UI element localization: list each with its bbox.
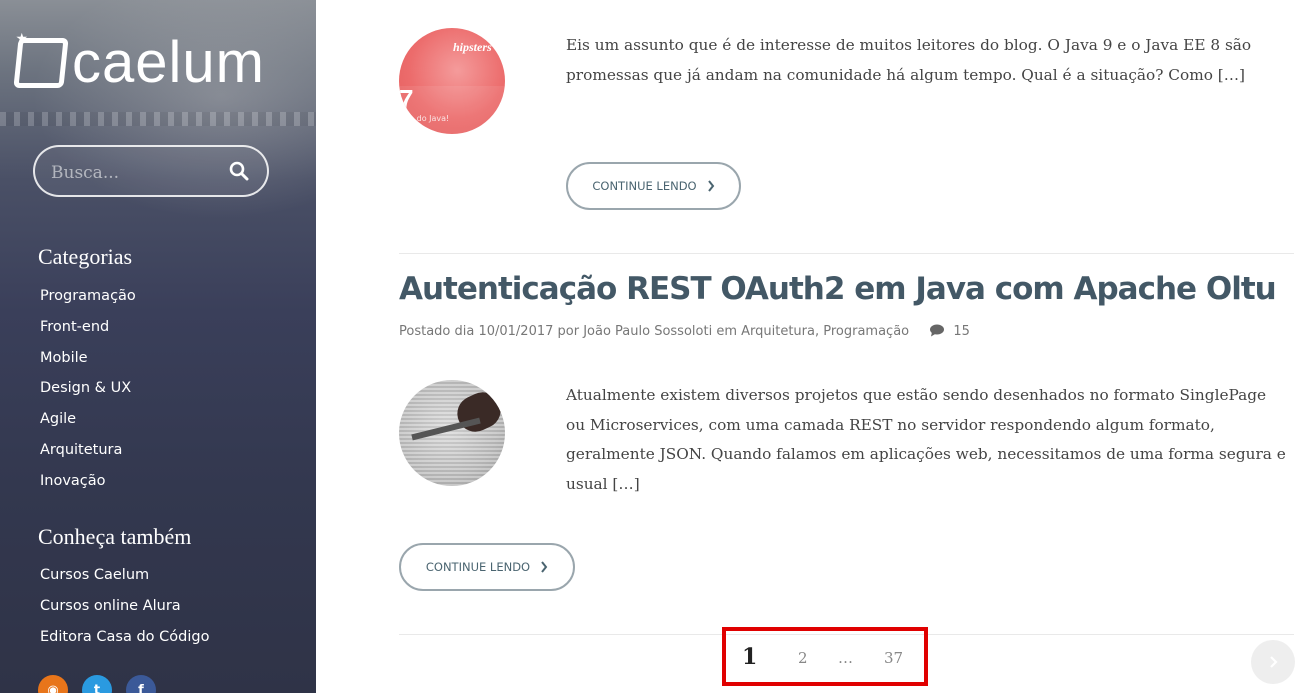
chevron-right-icon <box>1270 656 1278 668</box>
page-link-last[interactable]: 37 <box>884 649 903 667</box>
search-box <box>33 145 269 197</box>
post-excerpt: Atualmente existem diversos projetos que… <box>566 386 1286 493</box>
categories-list: Programação Front-end Mobile Design & UX… <box>40 281 136 497</box>
continue-reading-button[interactable]: CONTINUE LENDO <box>399 543 575 591</box>
page-current: 1 <box>742 644 758 670</box>
chevron-right-icon <box>541 561 548 573</box>
logo[interactable]: ★ caelum <box>13 30 265 95</box>
category-front-end[interactable]: Front-end <box>40 312 136 343</box>
post-thumbnail[interactable]: hipsters 7 uro do Java! <box>399 28 505 134</box>
category-design-ux[interactable]: Design & UX <box>40 373 136 404</box>
thumbnail-caption: uro do Java! <box>401 114 450 123</box>
also-list: Cursos Caelum Cursos online Alura Editor… <box>40 560 209 652</box>
page-ellipsis: … <box>838 649 853 667</box>
search-input[interactable] <box>49 159 223 187</box>
social-links: ◉ t f <box>38 675 156 693</box>
facebook-icon[interactable]: f <box>126 675 156 693</box>
pagination: 1 2 … 37 <box>722 627 928 686</box>
page-link-2[interactable]: 2 <box>798 649 808 667</box>
post-title[interactable]: Autenticação REST OAuth2 em Java com Apa… <box>399 271 1277 307</box>
link-casa-do-codigo[interactable]: Editora Casa do Código <box>40 622 209 653</box>
post-excerpt: Eis um assunto que é de interesse de mui… <box>566 36 1252 84</box>
category-inovacao[interactable]: Inovação <box>40 466 136 497</box>
post-thumbnail[interactable] <box>399 380 505 486</box>
continue-reading-label: CONTINUE LENDO <box>425 560 531 574</box>
category-arquitetura[interactable]: Arquitetura <box>40 435 136 466</box>
continue-reading-label: CONTINUE LENDO <box>592 179 697 193</box>
chevron-right-icon <box>707 180 714 192</box>
search-icon[interactable] <box>229 161 249 181</box>
sidebar-background-detail <box>0 112 316 126</box>
thumbnail-number: 7 <box>399 84 414 114</box>
category-agile[interactable]: Agile <box>40 404 136 435</box>
next-page-button[interactable] <box>1251 640 1295 684</box>
comment-count[interactable]: 15 <box>953 324 970 339</box>
post-divider <box>399 253 1294 254</box>
twitter-icon[interactable]: t <box>82 675 112 693</box>
post-meta: Postado dia 10/01/2017 por João Paulo So… <box>399 324 970 339</box>
link-cursos-caelum[interactable]: Cursos Caelum <box>40 560 209 591</box>
thumbnail-label: hipsters <box>453 40 492 54</box>
also-heading: Conheça também <box>38 524 192 549</box>
logo-text: caelum <box>72 30 265 95</box>
comment-icon[interactable] <box>929 324 945 337</box>
link-cursos-alura[interactable]: Cursos online Alura <box>40 591 209 622</box>
category-mobile[interactable]: Mobile <box>40 343 136 374</box>
category-programacao[interactable]: Programação <box>40 281 136 312</box>
continue-reading-button[interactable]: CONTINUE LENDO <box>566 162 741 210</box>
logo-icon: ★ <box>13 31 69 88</box>
post-meta-text: Postado dia 10/01/2017 por João Paulo So… <box>399 324 910 339</box>
rss-icon[interactable]: ◉ <box>38 675 68 693</box>
sidebar: ★ caelum Categorias Programação Front-en… <box>0 0 316 693</box>
categories-heading: Categorias <box>38 244 133 269</box>
